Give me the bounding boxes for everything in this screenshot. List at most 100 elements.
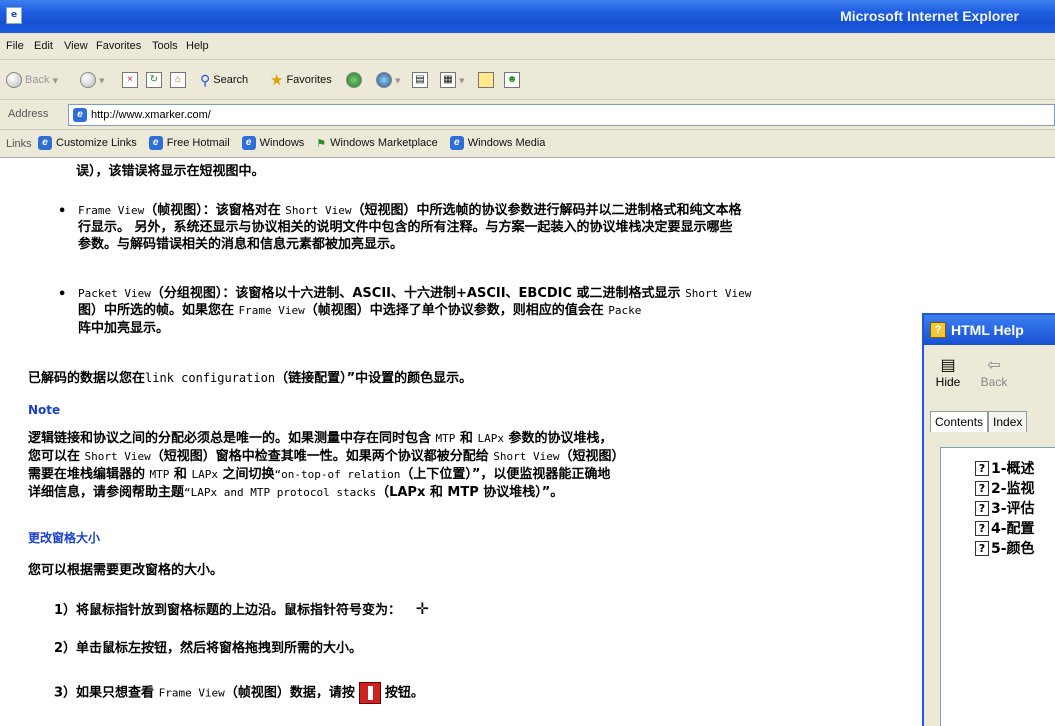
- refresh-button[interactable]: ↻: [146, 70, 162, 90]
- menu-view[interactable]: View: [64, 40, 88, 52]
- topic-icon: ?: [975, 540, 989, 556]
- back-button[interactable]: Back ▾: [6, 70, 58, 90]
- title-bar: e Microsoft Internet Explorer: [0, 0, 1055, 33]
- toolbar: Back ▾ ▾ × ↻ ⌂ ⚲ Search ★ Favorites ▾ ▤ …: [0, 60, 1055, 100]
- page-icon: e: [73, 108, 87, 122]
- print-icon: ▤: [412, 72, 428, 88]
- note-line3: 需要在堆栈编辑器的 MTP 和 LAPx 之间切换“on-top-of rela…: [28, 467, 611, 482]
- decoded-text: 已解码的数据以您在link configuration（链接配置）”中设置的颜色…: [28, 371, 473, 386]
- menu-bar: File Edit View Favorites Tools Help: [0, 33, 1055, 60]
- topic-icon: ?: [975, 520, 989, 536]
- messenger-icon: ☻: [504, 72, 520, 88]
- tree-item[interactable]: ? 1-概述: [975, 458, 1035, 478]
- link-icon: e: [148, 136, 163, 150]
- note-label: Note: [28, 403, 61, 417]
- tree-item[interactable]: ? 5-颜色: [975, 538, 1035, 558]
- edit-button[interactable]: ▦ ▾: [440, 70, 465, 90]
- chevron-down-icon: ▾: [395, 74, 401, 87]
- forward-button[interactable]: ▾: [80, 70, 105, 90]
- bullet-dot: •: [58, 287, 67, 302]
- help-contents-tree: ? 1-概述 ? 2-监视 ? 3-评估 ? 4-配置 ? 5-颜色: [940, 447, 1055, 726]
- chevron-down-icon: ▾: [99, 74, 105, 87]
- address-bar: Address e http://www.xmarker.com/: [0, 100, 1055, 130]
- tree-item[interactable]: ? 4-配置: [975, 518, 1035, 538]
- tree-item[interactable]: ? 2-监视: [975, 478, 1035, 498]
- back-arrow-icon: [6, 72, 22, 88]
- link-windows[interactable]: e Windows: [241, 136, 304, 150]
- topic-icon: ?: [975, 500, 989, 516]
- home-button[interactable]: ⌂: [170, 70, 186, 90]
- resize-intro: 您可以根据需要更改窗格的大小。: [28, 563, 224, 578]
- menu-file[interactable]: File: [6, 40, 24, 52]
- refresh-icon: ↻: [146, 72, 162, 88]
- content-line-0: 误），该错误将显示在短视图中。: [76, 164, 265, 179]
- html-help-window[interactable]: ? HTML Help ▤ Hide ⇦ Back Contents Index…: [922, 313, 1055, 726]
- links-bar: Links e Customize Links e Free Hotmail e Wi…: [0, 130, 1055, 158]
- discuss-button[interactable]: [478, 70, 494, 90]
- search-button[interactable]: ⚲ Search: [200, 70, 248, 90]
- forward-arrow-icon: [80, 72, 96, 88]
- bullet2-line3: 阵中加亮显示。: [78, 321, 170, 336]
- star-icon: ★: [270, 72, 284, 89]
- help-book-icon: ?: [930, 322, 946, 338]
- address-input[interactable]: e http://www.xmarker.com/: [68, 104, 1055, 126]
- favorites-button[interactable]: ★ Favorites: [270, 70, 332, 90]
- bullet2-line1: Packet View（分组视图）：该窗格以十六进制、ASCII、十六进制+AS…: [78, 286, 752, 301]
- edit-icon: ▦: [440, 72, 456, 88]
- history-button[interactable]: ▾: [376, 70, 401, 90]
- bullet1-line2: 行显示。 另外，系统还显示与协议相关的说明文件中包含的所有注释。与方案一起装入的…: [78, 220, 733, 235]
- tab-contents[interactable]: Contents: [930, 411, 989, 432]
- messenger-button[interactable]: ☻: [504, 70, 520, 90]
- note-icon: [478, 72, 494, 88]
- link-icon: e: [241, 136, 256, 150]
- stop-icon: ×: [122, 72, 138, 88]
- topic-icon: ?: [975, 480, 989, 496]
- windows-flag-icon: ⚑: [316, 137, 327, 150]
- hide-button[interactable]: ▤ Hide: [928, 355, 968, 389]
- menu-help[interactable]: Help: [186, 40, 209, 52]
- menu-tools[interactable]: Tools: [152, 40, 178, 52]
- chevron-down-icon: ▾: [459, 74, 465, 87]
- note-line2: 您可以在 Short View（短视图）窗格中检查其唯一性。如果两个协议都被分配…: [28, 449, 625, 464]
- resize-cursor-icon: ✛: [415, 599, 429, 618]
- chevron-down-icon: ▾: [52, 74, 58, 87]
- resize-heading: 更改窗格大小: [28, 531, 101, 545]
- media-button[interactable]: [346, 70, 362, 90]
- help-toolbar: ▤ Hide ⇦ Back: [924, 347, 1055, 399]
- link-windows-marketplace[interactable]: ⚑ Windows Marketplace: [316, 137, 437, 150]
- links-label: Links: [6, 138, 32, 150]
- hide-pane-icon: ▤: [940, 357, 956, 374]
- link-free-hotmail[interactable]: e Free Hotmail: [148, 136, 230, 150]
- menu-edit[interactable]: Edit: [34, 40, 53, 52]
- menu-favorites[interactable]: Favorites: [96, 40, 141, 52]
- tab-index[interactable]: Index: [988, 411, 1028, 432]
- note-line1: 逻辑链接和协议之间的分配必须总是唯一的。如果测量中存在同时包含 MTP 和 LA…: [28, 431, 613, 446]
- history-icon: [376, 72, 392, 88]
- link-icon: e: [449, 136, 464, 150]
- search-icon: ⚲: [200, 71, 211, 88]
- bullet2-line2: 图）中所选的帧。如果您在 Frame View（帧视图）中选择了单个协议参数，则…: [78, 303, 642, 318]
- tree-item[interactable]: ? 3-评估: [975, 498, 1035, 518]
- link-customize-links[interactable]: e Customize Links: [38, 136, 137, 150]
- address-label: Address: [8, 108, 49, 120]
- help-window-title: HTML Help: [951, 322, 1024, 338]
- page-content: 误），该错误将显示在短视图中。 • Frame View（帧视图）：该窗格对在 …: [0, 158, 1055, 726]
- note-line4: 详细信息，请参阅帮助主题“LAPx and MTP protocol stack…: [28, 485, 564, 500]
- stop-button[interactable]: ×: [122, 70, 138, 90]
- bullet-dot: •: [58, 204, 67, 219]
- print-button[interactable]: ▤: [412, 70, 428, 90]
- link-icon: e: [38, 136, 52, 150]
- step-3: 3）如果只想查看 Frame View（帧视图）数据，请按 按钮。: [54, 682, 424, 704]
- frame-view-pane-icon: [358, 682, 381, 704]
- help-title-bar[interactable]: ? HTML Help: [924, 315, 1055, 345]
- step-1: 1）将鼠标指针放到窗格标题的上边沿。鼠标指针符号变为： ✛: [54, 599, 429, 618]
- window-title: Microsoft Internet Explorer: [840, 8, 1019, 24]
- ie-app-icon[interactable]: e: [6, 7, 22, 24]
- help-back-button[interactable]: ⇦ Back: [974, 355, 1014, 389]
- bullet1-line3: 参数。与解码错误相关的消息和信息元素都被加亮显示。: [78, 237, 404, 252]
- help-tabs: Contents Index: [930, 411, 1028, 432]
- link-windows-media[interactable]: e Windows Media: [449, 136, 545, 150]
- topic-icon: ?: [975, 460, 989, 476]
- back-arrow-icon: ⇦: [987, 357, 1001, 374]
- media-icon: [346, 72, 362, 88]
